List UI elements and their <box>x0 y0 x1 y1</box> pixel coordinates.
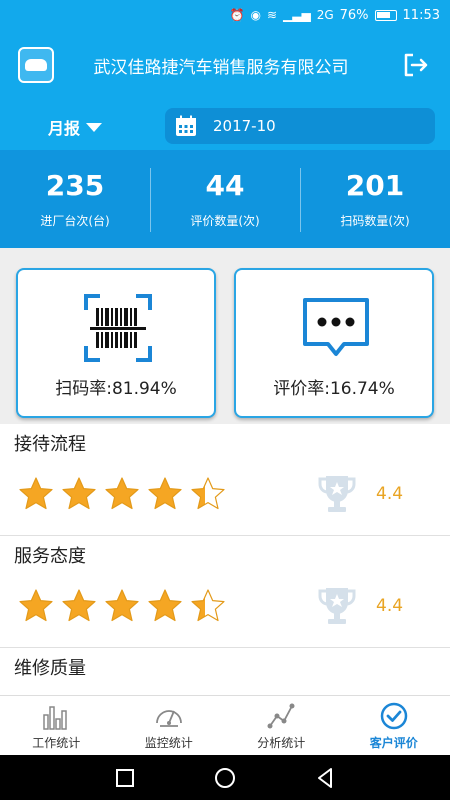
tab-customer-review[interactable]: 客户评价 <box>338 696 450 755</box>
rate-cards: 扫码率:81.94% 评价率:16.74% <box>0 248 450 424</box>
chat-bubble-icon <box>303 298 369 356</box>
wifi-icon: ≋ <box>266 8 277 22</box>
star-icon <box>105 477 139 510</box>
eye-icon: ◉ <box>250 8 261 22</box>
date-value: 2017-10 <box>213 117 276 135</box>
network-type: 2G <box>316 8 334 22</box>
signal-icon: ▁▃▅ <box>283 8 311 22</box>
scan-rate-card[interactable]: 扫码率:81.94% <box>16 268 216 418</box>
star-icon <box>19 589 53 622</box>
rating-score: 4.4 <box>376 484 404 504</box>
star-icon <box>62 589 96 622</box>
star-icon <box>105 589 139 622</box>
check-circle-icon <box>380 702 407 729</box>
bottom-tab-bar: 工作统计 监控统计 分析统计 客户评价 <box>0 695 450 755</box>
star-icon <box>62 477 96 510</box>
scan-rate-text: 扫码率:81.94% <box>55 379 177 399</box>
tab-work-stats[interactable]: 工作统计 <box>0 696 113 755</box>
stat-value: 201 <box>345 169 405 202</box>
gauge-icon <box>155 709 182 727</box>
page-title: 武汉佳路捷汽车销售服务有限公司 <box>93 57 349 78</box>
home-icon[interactable] <box>213 766 237 790</box>
star-icon <box>19 477 53 510</box>
car-icon <box>25 59 47 71</box>
logout-icon[interactable] <box>400 50 430 80</box>
tab-label: 客户评价 <box>369 735 418 750</box>
rating-title: 接待流程 <box>14 434 86 455</box>
tab-monitor-stats[interactable]: 监控统计 <box>113 696 226 755</box>
app-header: 武汉佳路捷汽车销售服务有限公司 <box>0 30 450 100</box>
period-label: 月报 <box>48 119 81 138</box>
stat-reviews: 44 评价数量(次) <box>150 150 300 248</box>
tab-label: 监控统计 <box>144 735 193 750</box>
star-icon <box>148 589 182 622</box>
clock: 11:53 <box>402 7 440 23</box>
status-bar: ⏰ ◉ ≋ ▁▃▅ 2G 76% 11:53 <box>0 0 450 30</box>
stat-label: 扫码数量(次) <box>340 214 410 228</box>
alarm-icon: ⏰ <box>229 8 245 22</box>
bar-chart-icon <box>43 705 67 730</box>
stat-value: 44 <box>205 169 245 202</box>
tab-analysis-stats[interactable]: 分析统计 <box>225 696 338 755</box>
star-icon <box>148 477 182 510</box>
line-chart-icon <box>267 703 295 728</box>
stat-value: 235 <box>45 169 105 202</box>
rating-title: 服务态度 <box>14 546 86 567</box>
trophy-icon <box>318 588 356 624</box>
review-rate-card[interactable]: 评价率:16.74% <box>234 268 434 418</box>
date-picker[interactable]: 2017-10 <box>165 108 435 144</box>
rating-section-reception: 接待流程 4.4 <box>0 424 450 536</box>
stat-scans: 201 扫码数量(次) <box>300 150 450 248</box>
app-logo <box>18 47 54 83</box>
calendar-icon <box>176 115 196 136</box>
star-rating <box>18 588 226 624</box>
battery-icon <box>374 9 397 21</box>
tab-label: 工作统计 <box>32 735 81 750</box>
rating-title: 维修质量 <box>14 658 86 679</box>
stat-label: 进厂台次(台) <box>40 214 110 228</box>
star-icon <box>191 477 225 510</box>
rating-score: 4.4 <box>376 596 404 616</box>
stat-entries: 235 进厂台次(台) <box>0 150 150 248</box>
back-icon[interactable] <box>313 766 337 790</box>
barcode-scan-icon <box>84 294 152 362</box>
trophy-icon <box>318 476 356 512</box>
summary-stats: 235 进厂台次(台) 44 评价数量(次) 201 扫码数量(次) <box>0 150 450 248</box>
system-nav-bar <box>0 755 450 800</box>
recent-apps-icon[interactable] <box>113 766 137 790</box>
battery-percent: 76% <box>339 7 369 23</box>
caret-down-icon <box>86 122 103 132</box>
stat-label: 评价数量(次) <box>190 214 260 228</box>
filter-bar: 月报 2017-10 <box>0 100 450 150</box>
review-rate-text: 评价率:16.74% <box>273 379 395 399</box>
period-dropdown[interactable]: 月报 <box>48 115 103 139</box>
tab-label: 分析统计 <box>257 735 306 750</box>
star-icon <box>191 589 225 622</box>
rating-section-attitude: 服务态度 4.4 <box>0 536 450 648</box>
star-rating <box>18 476 226 512</box>
